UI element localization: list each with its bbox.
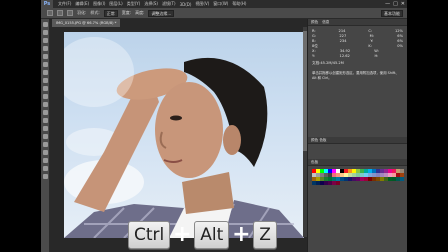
menu-file[interactable]: 文件(F) bbox=[56, 1, 73, 7]
options-bar: 羽化: 样式: 正常 宽度: 高度: 调整边缘... 基本功能 bbox=[41, 8, 407, 19]
menu-edit[interactable]: 编辑(E) bbox=[73, 1, 91, 7]
alt-key: Alt bbox=[194, 221, 230, 249]
info-label: H: bbox=[374, 54, 379, 58]
color-swatch[interactable] bbox=[336, 181, 340, 185]
path-select-tool-icon[interactable] bbox=[43, 150, 48, 155]
lower-panel-title[interactable]: 颜色 色板 bbox=[311, 137, 327, 143]
maximize-icon[interactable]: □ bbox=[393, 1, 398, 7]
swatches-grid bbox=[312, 169, 404, 185]
pen-tool-icon[interactable] bbox=[43, 134, 48, 139]
type-tool-icon[interactable] bbox=[43, 142, 48, 147]
swatches-tab-bar: 色板 bbox=[308, 159, 407, 166]
eraser-tool-icon[interactable] bbox=[43, 102, 48, 107]
marquee-tool-icon[interactable] bbox=[43, 30, 48, 35]
tool-hint-text: 单击并拖移以创建矩形选区。要用附加选项，使用 Shift、Alt 和 Ctrl。 bbox=[312, 71, 399, 80]
info-value: 0% bbox=[397, 44, 403, 48]
document-area: IMG_0155.JPG @ 66.7% (RGB/8) * bbox=[50, 19, 307, 252]
lasso-tool-icon[interactable] bbox=[43, 38, 48, 43]
marquee-tool-icon[interactable] bbox=[47, 10, 53, 16]
menu-image[interactable]: 图像(I) bbox=[91, 1, 107, 7]
eyedropper-tool-icon[interactable] bbox=[43, 62, 48, 67]
hand-tool-icon[interactable] bbox=[43, 166, 48, 171]
healing-tool-icon[interactable] bbox=[43, 70, 48, 75]
minimize-icon[interactable]: — bbox=[385, 1, 390, 7]
width-label: 宽度: bbox=[121, 10, 132, 15]
new-selection-icon[interactable] bbox=[57, 10, 63, 16]
info-panel: R: 214 C: 12% G: 227 M: 6% B: 234 Y: 6% … bbox=[308, 26, 407, 69]
history-brush-tool-icon[interactable] bbox=[43, 94, 48, 99]
gradient-tool-icon[interactable] bbox=[43, 110, 48, 115]
workspace-select[interactable]: 基本功能 bbox=[381, 9, 403, 17]
menu-bar: Ps 文件(F) 编辑(E) 图像(I) 图层(L) 类型(Y) 选择(S) 滤… bbox=[41, 0, 407, 8]
clone-stamp-tool-icon[interactable] bbox=[43, 86, 48, 91]
crop-tool-icon[interactable] bbox=[43, 54, 48, 59]
style-label: 样式: bbox=[90, 10, 100, 15]
brush-tool-icon[interactable] bbox=[43, 78, 48, 83]
close-icon[interactable]: ✕ bbox=[401, 1, 405, 7]
plus-sign: + bbox=[173, 222, 192, 247]
keyboard-shortcut-overlay: Ctrl + Alt + Z bbox=[128, 221, 277, 249]
shape-tool-icon[interactable] bbox=[43, 158, 48, 163]
blur-tool-icon[interactable] bbox=[43, 118, 48, 123]
info-row: Y: 12.62 H: bbox=[312, 54, 403, 59]
document-tab[interactable]: IMG_0155.JPG @ 66.7% (RGB/8) * bbox=[52, 19, 121, 27]
info-value: 12.62 bbox=[339, 54, 350, 58]
menu-3d[interactable]: 3D(D) bbox=[178, 2, 194, 7]
info-label: K: bbox=[368, 44, 372, 48]
plus-sign: + bbox=[232, 222, 251, 247]
dodge-tool-icon[interactable] bbox=[43, 126, 48, 131]
photoshop-window: Ps 文件(F) 编辑(E) 图像(I) 图层(L) 类型(Y) 选择(S) 滤… bbox=[41, 0, 407, 252]
tools-panel bbox=[41, 19, 50, 252]
right-panel: 颜色 信息 R: 214 C: 12% G: 227 M: 6% B: 234 … bbox=[307, 19, 407, 252]
lower-panel-header: 颜色 色板 bbox=[308, 137, 407, 144]
menu-layer[interactable]: 图层(L) bbox=[107, 1, 124, 7]
tab-swatches[interactable]: 色板 bbox=[311, 159, 318, 165]
info-value: 234 bbox=[339, 39, 347, 43]
info-label: Y: bbox=[312, 54, 315, 58]
color-swatch[interactable] bbox=[400, 177, 404, 181]
menu-select[interactable]: 选择(S) bbox=[142, 1, 160, 7]
z-key: Z bbox=[253, 221, 277, 249]
window-controls: — □ ✕ bbox=[385, 1, 405, 7]
ctrl-key: Ctrl bbox=[128, 221, 171, 249]
tab-color[interactable]: 颜色 bbox=[311, 19, 318, 25]
menu-view[interactable]: 视图(V) bbox=[193, 1, 211, 7]
photo-canvas[interactable] bbox=[64, 32, 304, 238]
menu-filter[interactable]: 滤镜(T) bbox=[160, 1, 178, 7]
doc-size: 文档:45.2M/45.2M bbox=[312, 61, 344, 65]
photo-man-shading-eyes bbox=[64, 37, 304, 238]
style-select[interactable]: 正常 bbox=[103, 9, 118, 17]
menu-window[interactable]: 窗口(W) bbox=[211, 1, 230, 7]
refine-edge-button[interactable]: 调整边缘... bbox=[148, 9, 175, 17]
menu-help[interactable]: 帮助(H) bbox=[230, 1, 248, 7]
ps-logo: Ps bbox=[41, 0, 53, 8]
add-selection-icon[interactable] bbox=[67, 10, 73, 16]
feather-label: 羽化: bbox=[77, 10, 87, 15]
move-tool-icon[interactable] bbox=[43, 22, 48, 27]
height-label: 高度: bbox=[135, 10, 145, 15]
quick-select-tool-icon[interactable] bbox=[43, 46, 48, 51]
tab-info[interactable]: 信息 bbox=[322, 19, 329, 25]
panel-tabs: 颜色 信息 bbox=[308, 19, 407, 26]
zoom-tool-icon[interactable] bbox=[43, 174, 48, 179]
menu-type[interactable]: 类型(Y) bbox=[125, 1, 143, 7]
